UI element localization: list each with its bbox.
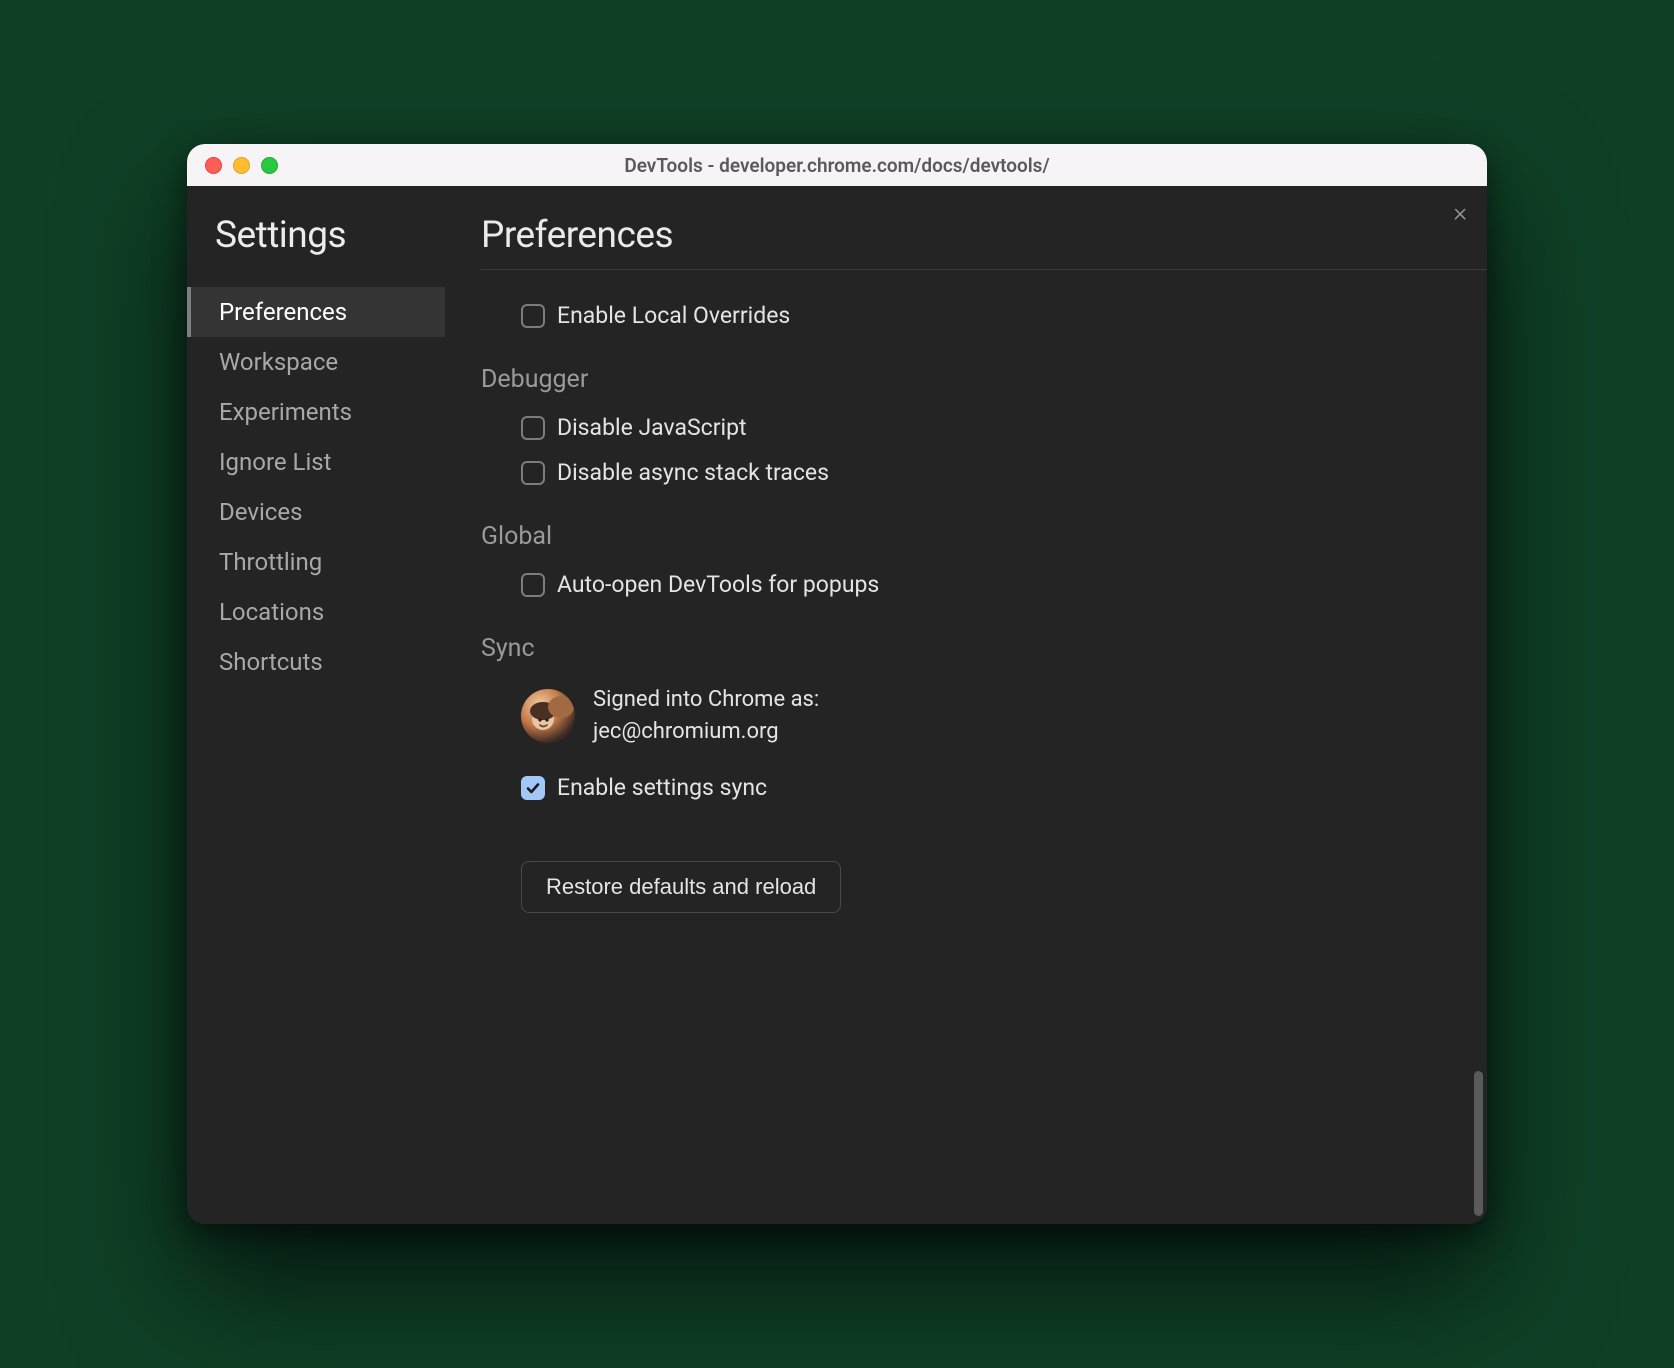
zoom-window-icon[interactable] <box>261 157 278 174</box>
checkbox-icon[interactable] <box>521 573 545 597</box>
close-icon[interactable]: × <box>1453 200 1467 226</box>
settings-heading: Settings <box>215 214 445 257</box>
section-global: Global <box>481 522 1487 551</box>
checkbox-icon[interactable] <box>521 461 545 485</box>
traffic-lights <box>205 157 278 174</box>
sync-account-row: Signed into Chrome as: jec@chromium.org <box>521 685 1487 746</box>
sidebar-item-label: Ignore List <box>219 448 332 476</box>
checkbox-icon[interactable] <box>521 304 545 328</box>
option-label: Auto-open DevTools for popups <box>557 571 879 598</box>
checkbox-icon[interactable] <box>521 416 545 440</box>
section-sync: Sync <box>481 634 1487 663</box>
sidebar-item-experiments[interactable]: Experiments <box>187 387 445 437</box>
option-enable-local-overrides[interactable]: Enable Local Overrides <box>521 302 1487 329</box>
titlebar: DevTools - developer.chrome.com/docs/dev… <box>187 144 1487 186</box>
signed-in-label: Signed into Chrome as: <box>593 685 819 715</box>
option-label: Disable JavaScript <box>557 414 747 441</box>
preferences-pane: Preferences Enable Local Overrides Debug… <box>445 186 1487 1224</box>
sidebar-item-preferences[interactable]: Preferences <box>187 287 445 337</box>
option-auto-open-devtools[interactable]: Auto-open DevTools for popups <box>521 571 1487 598</box>
page-title: Preferences <box>481 214 1487 257</box>
sync-account-text: Signed into Chrome as: jec@chromium.org <box>593 685 819 746</box>
checkbox-checked-icon[interactable] <box>521 776 545 800</box>
scrollbar-thumb[interactable] <box>1474 1071 1483 1216</box>
sidebar-item-label: Preferences <box>219 298 347 326</box>
preferences-scroll[interactable]: Enable Local Overrides Debugger Disable … <box>481 269 1487 1224</box>
sidebar-item-label: Experiments <box>219 398 352 426</box>
avatar <box>521 689 575 743</box>
restore-defaults-button[interactable]: Restore defaults and reload <box>521 861 841 913</box>
close-window-icon[interactable] <box>205 157 222 174</box>
section-debugger: Debugger <box>481 365 1487 394</box>
sidebar-item-ignore-list[interactable]: Ignore List <box>187 437 445 487</box>
sidebar-item-devices[interactable]: Devices <box>187 487 445 537</box>
sidebar-item-throttling[interactable]: Throttling <box>187 537 445 587</box>
option-enable-settings-sync[interactable]: Enable settings sync <box>521 774 1487 801</box>
option-disable-javascript[interactable]: Disable JavaScript <box>521 414 1487 441</box>
option-disable-async-stack-traces[interactable]: Disable async stack traces <box>521 459 1487 486</box>
sidebar-item-label: Workspace <box>219 348 338 376</box>
option-label: Disable async stack traces <box>557 459 829 486</box>
option-label: Enable settings sync <box>557 774 767 801</box>
window-title: DevTools - developer.chrome.com/docs/dev… <box>187 154 1487 177</box>
sidebar-item-workspace[interactable]: Workspace <box>187 337 445 387</box>
sidebar-item-label: Locations <box>219 598 324 626</box>
signed-in-account: jec@chromium.org <box>593 717 819 747</box>
devtools-window: DevTools - developer.chrome.com/docs/dev… <box>187 144 1487 1224</box>
sidebar-item-shortcuts[interactable]: Shortcuts <box>187 637 445 687</box>
sidebar-item-label: Devices <box>219 498 302 526</box>
sidebar-item-label: Shortcuts <box>219 648 323 676</box>
minimize-window-icon[interactable] <box>233 157 250 174</box>
option-label: Enable Local Overrides <box>557 302 790 329</box>
sidebar-item-locations[interactable]: Locations <box>187 587 445 637</box>
settings-sidebar: Settings Preferences Workspace Experimen… <box>187 186 445 1224</box>
sidebar-item-label: Throttling <box>219 548 322 576</box>
